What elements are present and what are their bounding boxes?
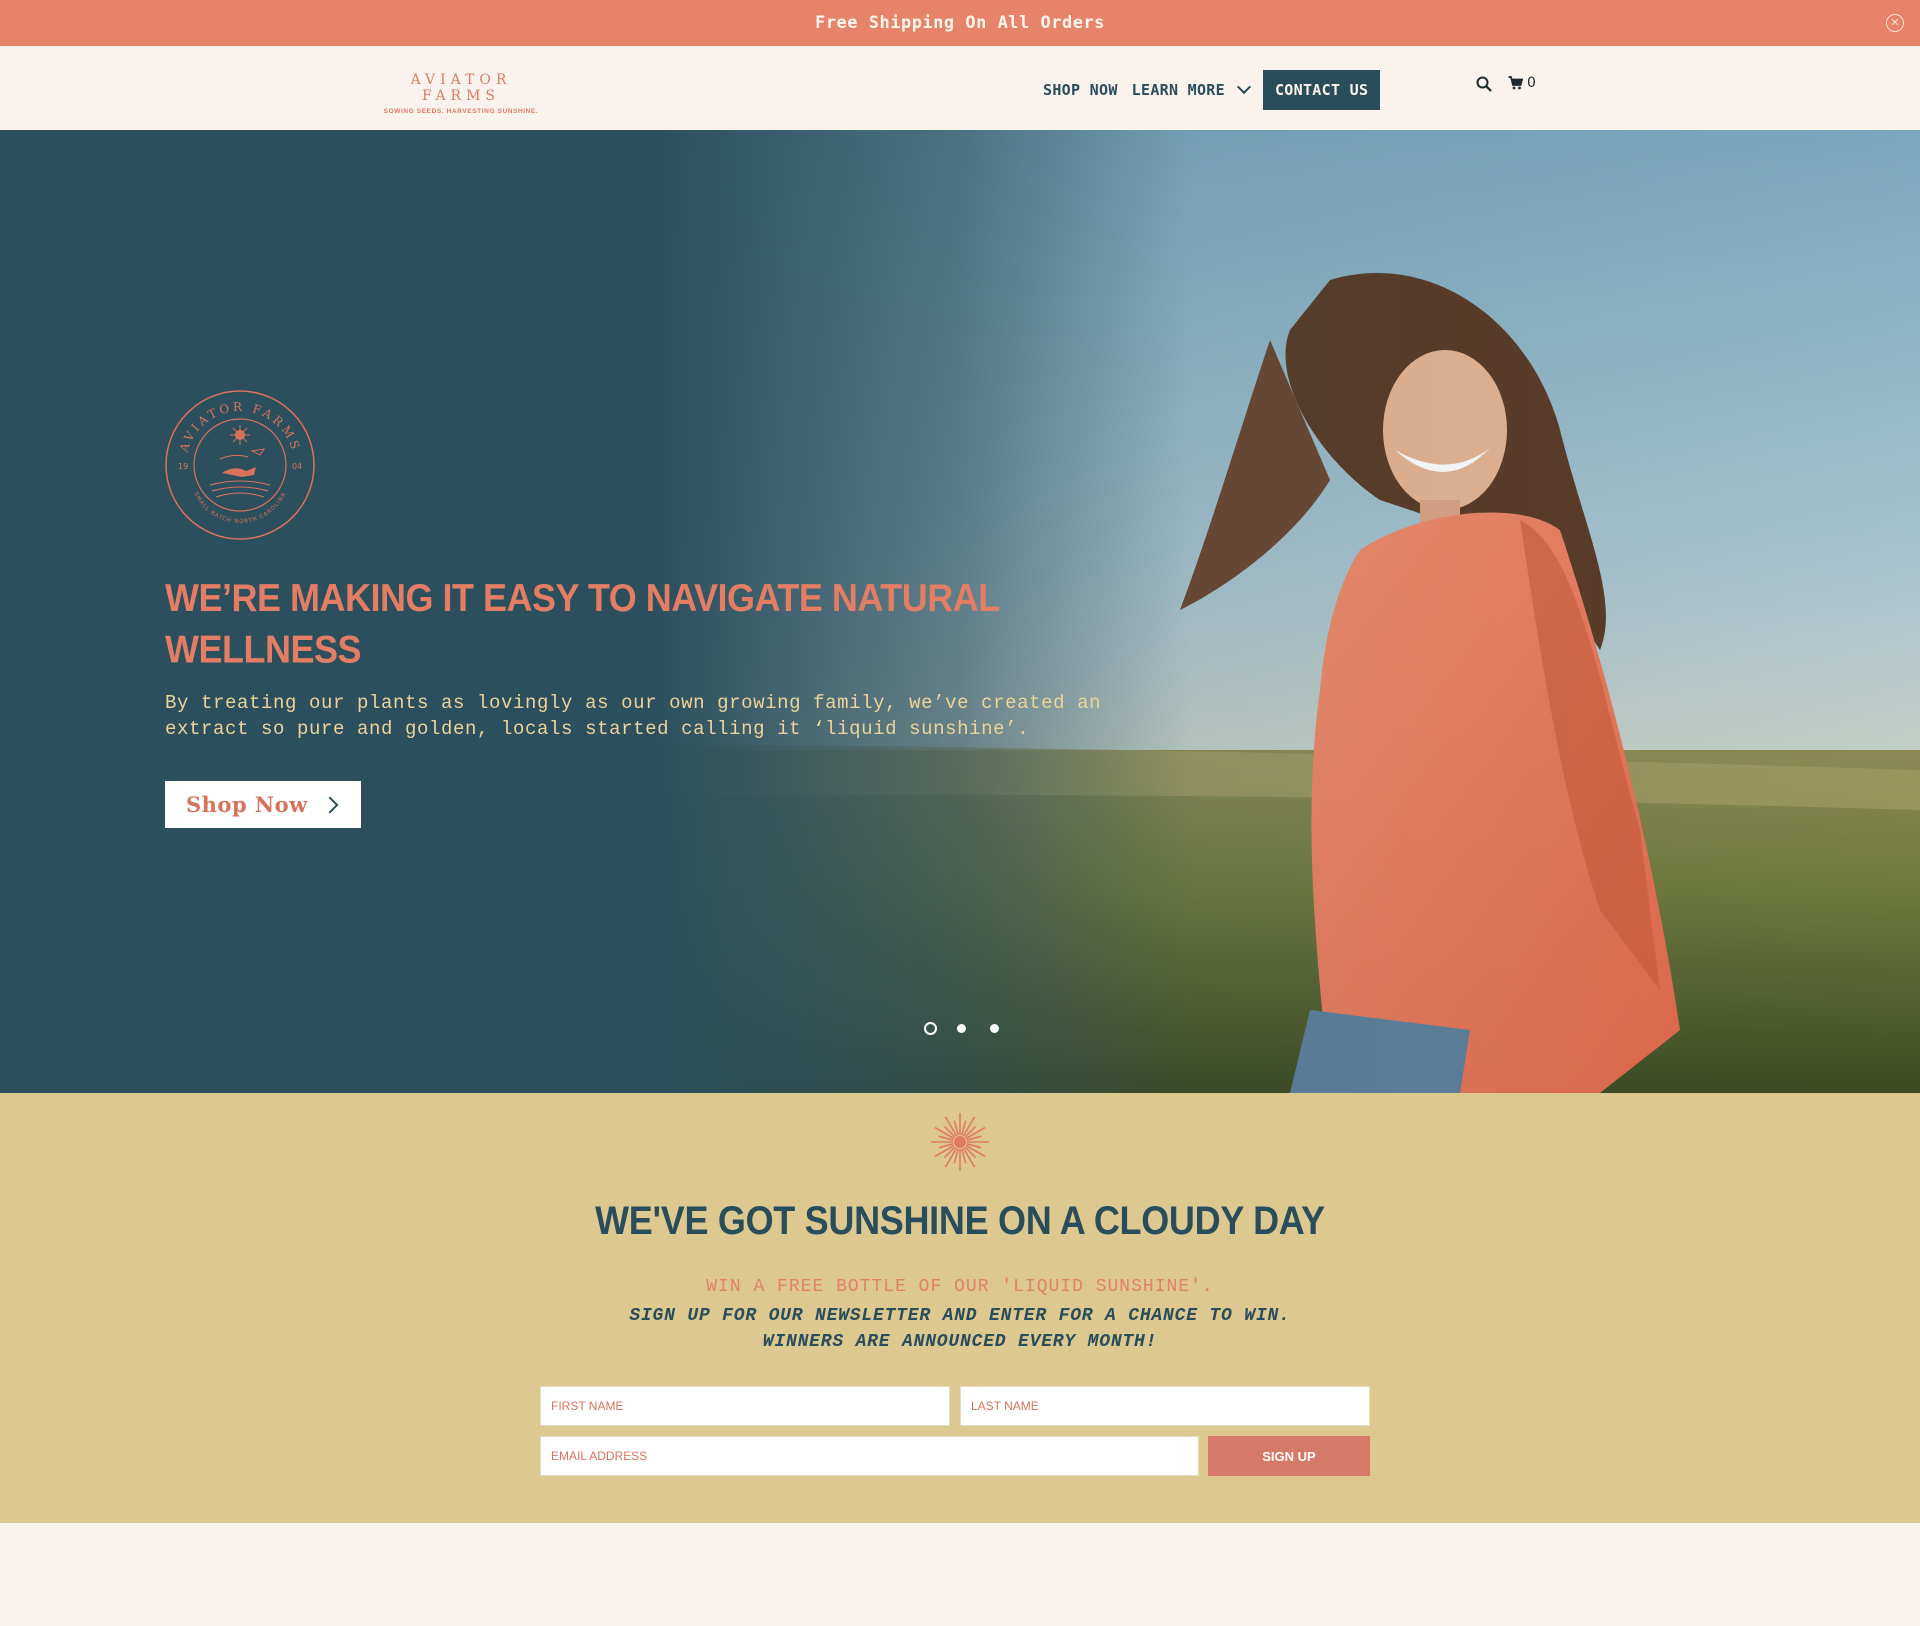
newsletter-details-line: SIGN UP FOR OUR NEWSLETTER AND ENTER FOR… (629, 1306, 1291, 1326)
first-name-input[interactable] (551, 1399, 949, 1413)
search-icon[interactable] (1476, 76, 1492, 92)
last-name-input[interactable] (971, 1399, 1369, 1413)
close-icon[interactable]: ✕ (1886, 14, 1904, 32)
hero-title: WE’RE MAKING IT EASY TO NAVIGATE NATURAL… (165, 572, 1065, 676)
site-header: AVIATOR FARMS SOWING SEEDS. HARVESTING S… (0, 46, 1920, 130)
badge-year-left: 19 (178, 462, 188, 471)
hero-subtitle: By treating our plants as lovingly as ou… (165, 690, 1145, 742)
shop-now-label: Shop Now (186, 792, 308, 817)
hero-title-line: WELLNESS (165, 627, 362, 672)
newsletter-offer: WIN A FREE BOTTLE OF OUR 'LIQUID SUNSHIN… (706, 1277, 1214, 1297)
email-field[interactable] (540, 1436, 1199, 1476)
first-name-field[interactable] (540, 1386, 950, 1426)
slider-dot-3[interactable] (990, 1024, 999, 1033)
announcement-text: Free Shipping On All Orders (815, 13, 1105, 33)
slider-dots (924, 1022, 1023, 1035)
newsletter-details: SIGN UP FOR OUR NEWSLETTER AND ENTER FOR… (0, 1303, 1920, 1355)
last-name-field[interactable] (960, 1386, 1370, 1426)
hero-subtitle-line: By treating our plants as lovingly as ou… (165, 692, 1102, 714)
logo-tagline: SOWING SEEDS. HARVESTING SUNSHINE. (383, 108, 539, 115)
hero-title-line: WE’RE MAKING IT EASY TO NAVIGATE NATURAL (165, 575, 1000, 620)
newsletter-title: WE'VE GOT SUNSHINE ON A CLOUDY DAY (595, 1197, 1325, 1243)
slider-dot-2[interactable] (957, 1024, 966, 1033)
nav-shop-now[interactable]: SHOP NOW (1043, 81, 1118, 99)
newsletter-details-line: WINNERS ARE ANNOUNCED EVERY MONTH! (762, 1332, 1158, 1352)
hero-slider: AVIATOR FARMS SMALL BATCH NORTH CAROLINA… (0, 130, 1920, 1093)
aviator-farms-badge: AVIATOR FARMS SMALL BATCH NORTH CAROLINA… (165, 390, 315, 540)
announcement-bar: Free Shipping On All Orders ✕ (0, 0, 1920, 46)
cart-button[interactable]: 0 (1508, 75, 1536, 91)
nav-learn-more[interactable]: LEARN MORE (1132, 81, 1225, 99)
main-nav: SHOP NOW LEARN MORE CONTACT US (1043, 70, 1381, 110)
hero-subtitle-line: extract so pure and golden, locals start… (165, 718, 1030, 740)
slider-dot-1[interactable] (924, 1022, 937, 1035)
chevron-down-icon[interactable] (1236, 79, 1252, 95)
badge-year-right: 04 (292, 462, 302, 471)
newsletter-section: WE'VE GOT SUNSHINE ON A CLOUDY DAY WIN A… (0, 1093, 1920, 1523)
sign-up-button[interactable]: SIGN UP (1208, 1436, 1370, 1476)
site-logo[interactable]: AVIATOR FARMS SOWING SEEDS. HARVESTING S… (370, 72, 552, 115)
cart-count: 0 (1527, 75, 1536, 91)
cart-icon (1508, 76, 1523, 90)
logo-title: AVIATOR FARMS (410, 72, 512, 104)
email-input[interactable] (551, 1449, 1198, 1463)
chevron-right-icon (321, 796, 339, 813)
sun-icon (931, 1113, 989, 1171)
contact-us-button[interactable]: CONTACT US (1262, 70, 1381, 110)
hero-shop-now-button[interactable]: Shop Now (165, 781, 361, 828)
page-footer-area (0, 1523, 1920, 1626)
